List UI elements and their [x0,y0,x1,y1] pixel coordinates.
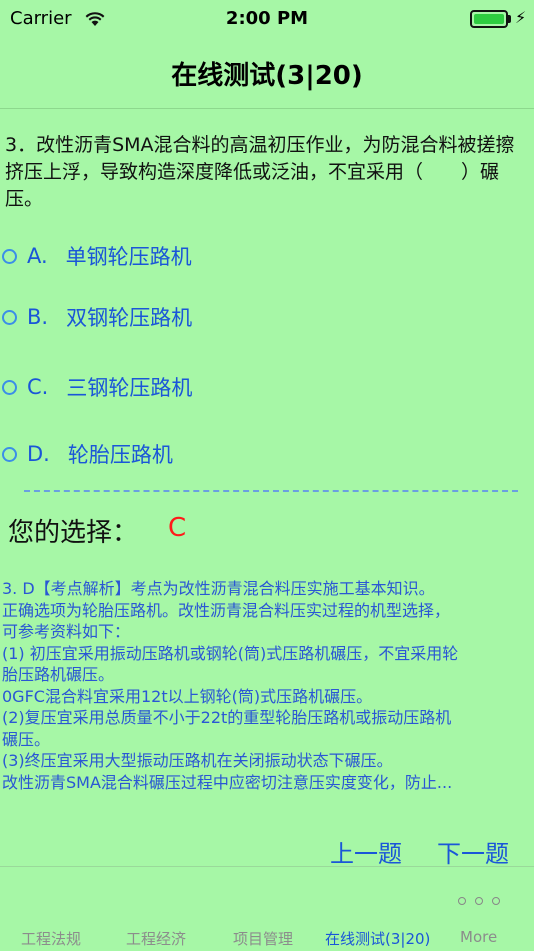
explanation-line: 可参考资料如下： [2,622,131,641]
choice-label: 您的选择： [8,518,139,548]
divider [24,490,518,492]
explanation-line: (1) 初压宜采用振动压路机或钢轮(筒)式压路机碾压，不宜采用轮 [2,643,459,663]
option-letter: A. [27,244,48,268]
explanation-line: 胎压路机碾压。 [2,665,115,684]
option-b[interactable]: B. 双钢轮压路机 [2,301,192,333]
explanation-line: 改性沥青SMA混合料碾压过程中应密切注意压实度变化，防止... [2,772,453,792]
more-icon[interactable] [458,895,500,907]
option-label: 轮胎压路机 [67,443,173,467]
tab-more[interactable]: More [460,928,497,946]
radio-icon [2,379,17,395]
tab-engineering-economics[interactable]: 工程经济 [126,928,186,949]
explanation-line: 碾压。 [2,729,51,749]
radio-icon [2,309,17,325]
radio-icon [2,446,17,462]
explanation-line: 3. D【考点解析】考点为改性沥青混合料压实施工基本知识。 [2,579,435,598]
page-title: 在线测试(3|20) [171,61,363,91]
explanation-line: 正确选项为轮胎压路机。改性沥青混合料压实过程的机型选择， [2,600,451,620]
option-d[interactable]: D. 轮胎压路机 [2,438,173,470]
explanation-text: 3. D【考点解析】考点为改性沥青混合料压实施工基本知识。 正确选项为轮胎压路机… [2,578,532,793]
option-letter: B. [27,305,49,329]
option-letter: D. [27,442,50,466]
tab-engineering-regulations[interactable]: 工程法规 [21,928,81,949]
status-bar: Carrier 2:00 PM ⚡ [0,0,534,38]
navigation-bar: 在线测试(3|20) [0,38,534,109]
radio-icon [2,248,17,264]
tab-bar: 工程法规 工程经济 项目管理 在线测试(3|20) More [0,866,534,951]
option-a[interactable]: A. 单钢轮压路机 [2,240,192,272]
tab-online-test[interactable]: 在线测试(3|20) [325,928,430,949]
question-text: 3．改性沥青SMA混合料的高温初压作业，为防混合料被搓擦挤压上浮，导致构造深度降… [5,134,515,210]
explanation-line: 0GFC混合料宜采用12t以上钢轮(筒)式压路机碾压。 [2,686,373,706]
status-time: 2:00 PM [225,8,309,29]
prev-question-button[interactable]: 上一题 [330,834,402,869]
option-letter: C. [27,375,49,399]
explanation-line: (3)终压宜采用大型振动压路机在关闭振动状态下碾压。 [2,751,393,770]
option-c[interactable]: C. 三钢轮压路机 [2,371,192,403]
explanation-line: (2)复压宜采用总质量不小于22t的重型轮胎压路机或振动压路机 [2,708,452,727]
battery-icon [470,10,508,28]
next-question-button[interactable]: 下一题 [437,834,509,869]
battery-tip [508,15,511,23]
tab-project-management[interactable]: 项目管理 [233,928,293,949]
option-label: 单钢轮压路机 [65,245,192,269]
option-label: 双钢轮压路机 [66,306,193,330]
charging-icon: ⚡ [515,8,527,27]
option-label: 三钢轮压路机 [66,376,193,400]
choice-value: C [168,513,187,543]
